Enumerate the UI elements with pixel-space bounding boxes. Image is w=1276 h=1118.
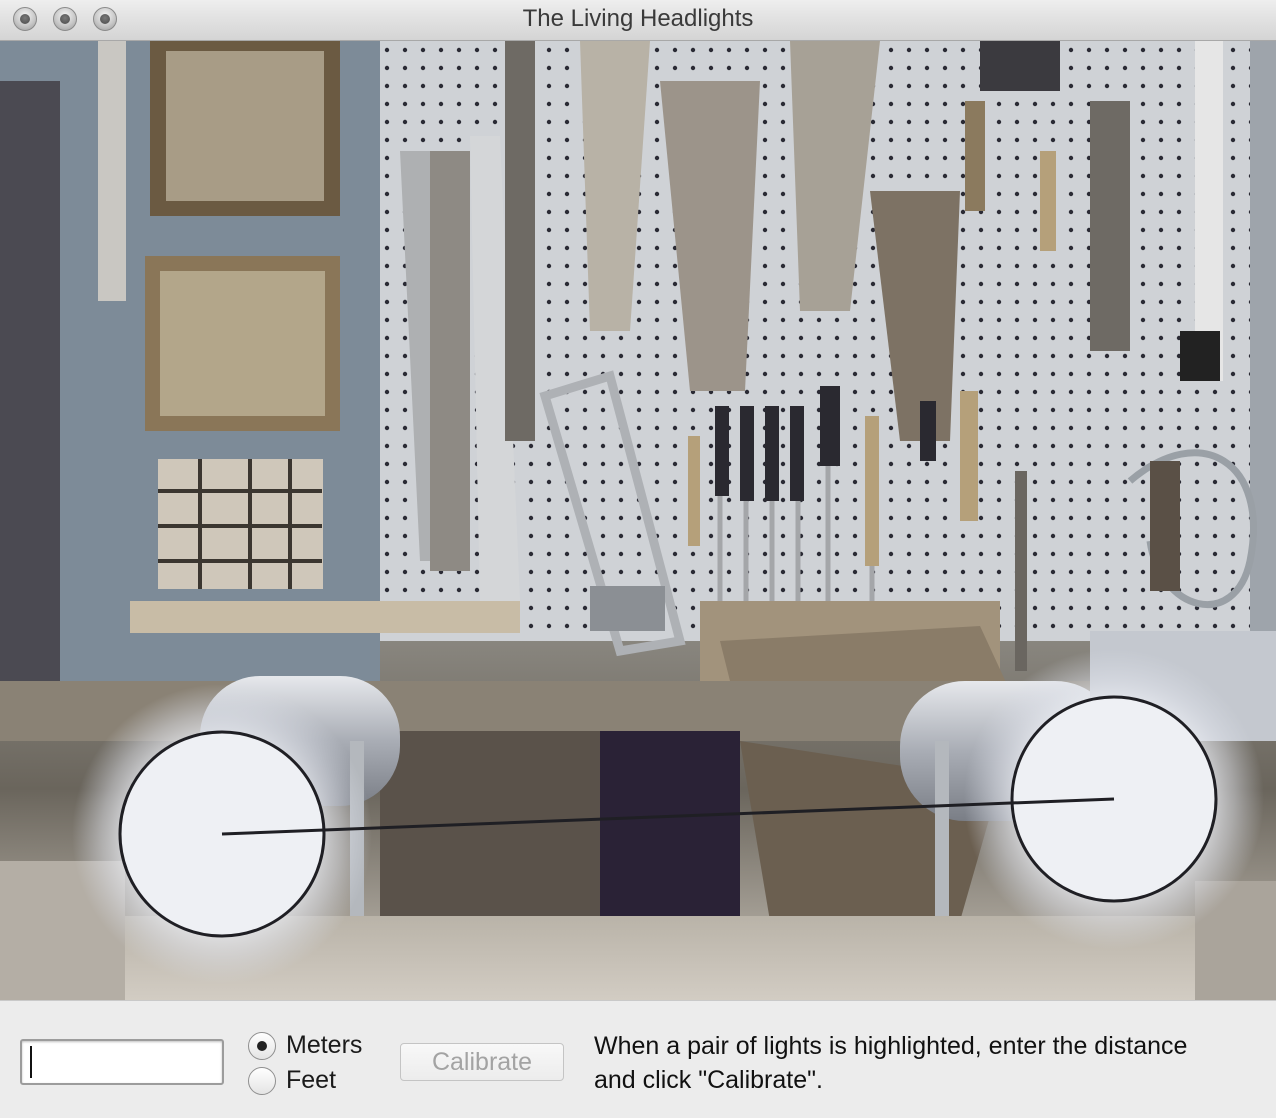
meters-option[interactable]: Meters: [248, 1031, 362, 1060]
instruction-text: When a pair of lights is highlighted, en…: [594, 1032, 1188, 1094]
control-bar: Meters Feet Calibrate When a pair of lig…: [0, 1000, 1276, 1118]
title-bar[interactable]: The Living Headlights: [0, 0, 1276, 41]
feet-option[interactable]: Feet: [248, 1066, 336, 1095]
meters-radio[interactable]: [248, 1031, 276, 1060]
text-caret: [30, 1046, 32, 1078]
app-window: The Living Headlights Meters Feet Calibr…: [0, 0, 1276, 1118]
camera-scene: [0, 41, 1276, 1000]
feet-label[interactable]: Feet: [286, 1066, 336, 1095]
meters-label[interactable]: Meters: [286, 1031, 362, 1060]
calibrate-button[interactable]: Calibrate: [400, 1043, 564, 1081]
camera-view: [0, 41, 1276, 1000]
feet-radio[interactable]: [248, 1066, 276, 1095]
window-title: The Living Headlights: [522, 5, 754, 32]
distance-input[interactable]: [20, 1039, 224, 1085]
